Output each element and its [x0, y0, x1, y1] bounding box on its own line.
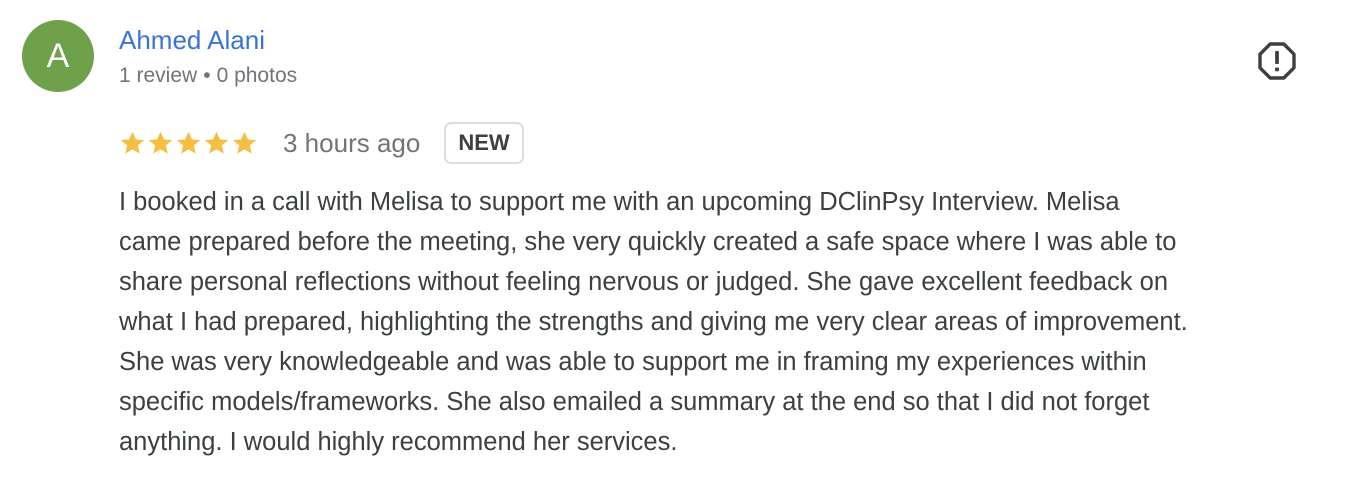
star-icon [232, 131, 257, 154]
review-text-line: She was very knowledgeable and was able … [119, 348, 1147, 376]
reviewer-name-link[interactable]: Ahmed Alani [119, 24, 265, 56]
review-text-line: what I had prepared, highlighting the st… [119, 308, 1188, 336]
star-icon [120, 131, 145, 154]
star-icon [204, 131, 229, 154]
star-icon [148, 131, 173, 154]
star-rating [119, 130, 258, 157]
review-count: 1 review [119, 64, 198, 87]
new-badge: NEW [444, 122, 524, 164]
review-text-line: anything. I would highly recommend her s… [119, 428, 678, 456]
review-text-line: specific models/frameworks. She also ema… [119, 388, 1150, 416]
avatar-initial: A [46, 36, 70, 75]
review-text: I booked in a call with Melisa to suppor… [119, 182, 1334, 462]
reviewer-meta: 1 review • 0 photos [119, 62, 297, 90]
review-time: 3 hours ago [283, 127, 421, 158]
review-text-line: share personal reflections without feeli… [119, 268, 1168, 296]
photo-count: 0 photos [216, 64, 298, 87]
star-icon [176, 131, 201, 154]
report-flag-icon[interactable] [1256, 40, 1298, 82]
rating-row: 3 hours ago NEW [119, 120, 524, 166]
meta-separator: • [203, 64, 211, 87]
avatar[interactable]: A [22, 20, 94, 92]
review-text-line: came prepared before the meeting, she ve… [119, 228, 1177, 256]
review-text-line: I booked in a call with Melisa to suppor… [119, 188, 1120, 216]
